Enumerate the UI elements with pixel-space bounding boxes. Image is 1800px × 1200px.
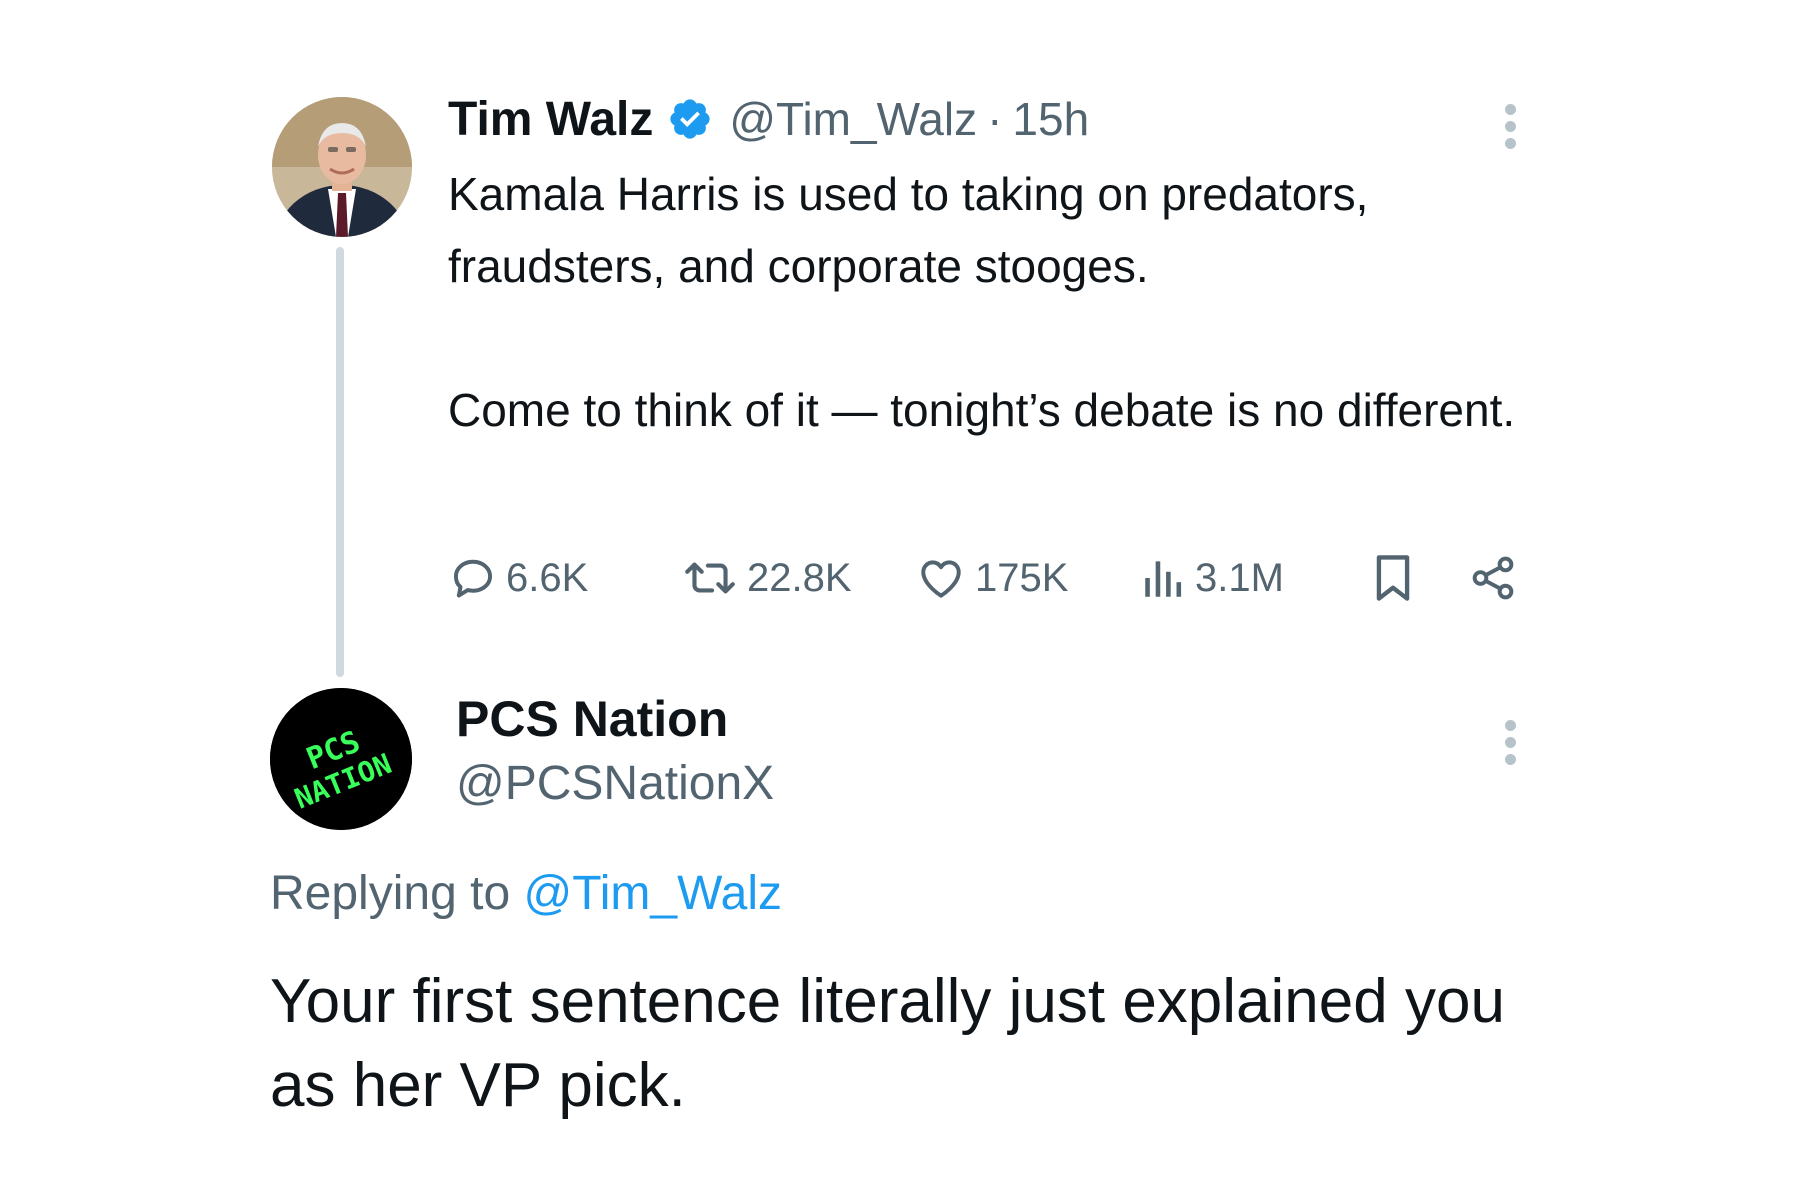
pcs-nation-logo: PCS NATION xyxy=(270,688,412,830)
like-count: 175K xyxy=(975,555,1069,600)
share-button[interactable] xyxy=(1468,548,1526,608)
reply-icon xyxy=(453,559,493,598)
tweet-action-bar: 6.6K 22.8K 175K 3.1M xyxy=(448,548,1538,608)
tim-walz-portrait-image xyxy=(272,97,412,237)
heart-icon xyxy=(921,560,961,598)
reply-author-handle[interactable]: @PCSNationX xyxy=(456,756,774,811)
replying-mention-link[interactable]: @Tim_Walz xyxy=(523,867,782,920)
tweet-text: Kamala Harris is used to taking on preda… xyxy=(448,158,1548,446)
tweet-paragraph: Come to think of it — tonight’s debate i… xyxy=(448,384,1516,436)
author-name[interactable]: Tim Walz xyxy=(448,92,653,147)
tim-walz-avatar[interactable] xyxy=(272,97,412,237)
repost-count: 22.8K xyxy=(747,555,852,600)
more-options-icon[interactable] xyxy=(1502,104,1518,150)
views-chart-icon xyxy=(1145,561,1182,597)
reply-author-name[interactable]: PCS Nation xyxy=(456,690,728,748)
pcs-nation-avatar[interactable]: PCS NATION xyxy=(270,688,412,830)
thread-connector-line xyxy=(336,247,344,677)
views-count: 3.1M xyxy=(1195,555,1284,600)
like-button[interactable]: 175K xyxy=(915,548,1068,608)
repost-button[interactable]: 22.8K xyxy=(681,548,852,608)
reply-count: 6.6K xyxy=(506,555,589,600)
reply-button[interactable]: 6.6K xyxy=(448,548,588,608)
reply-more-options-icon[interactable] xyxy=(1502,720,1518,766)
bookmark-button[interactable] xyxy=(1370,548,1424,608)
bookmark-icon xyxy=(1376,555,1410,601)
tweet-timestamp[interactable]: 15h xyxy=(1012,92,1089,146)
author-handle[interactable]: @Tim_Walz xyxy=(729,92,977,146)
share-icon xyxy=(1472,556,1514,600)
tweet-paragraph: Kamala Harris is used to taking on preda… xyxy=(448,168,1369,292)
verified-badge-icon xyxy=(670,99,711,139)
reply-text: Your first sentence literally just expla… xyxy=(270,967,1505,1120)
replying-prefix: Replying to xyxy=(270,867,511,920)
tweet-header: Tim Walz @Tim_Walz · 15h xyxy=(448,88,1089,150)
replying-to-line: Replying to @Tim_Walz xyxy=(270,866,782,921)
repost-icon xyxy=(685,562,735,594)
meta-separator: · xyxy=(987,93,1003,145)
views-button[interactable]: 3.1M xyxy=(1141,548,1284,608)
